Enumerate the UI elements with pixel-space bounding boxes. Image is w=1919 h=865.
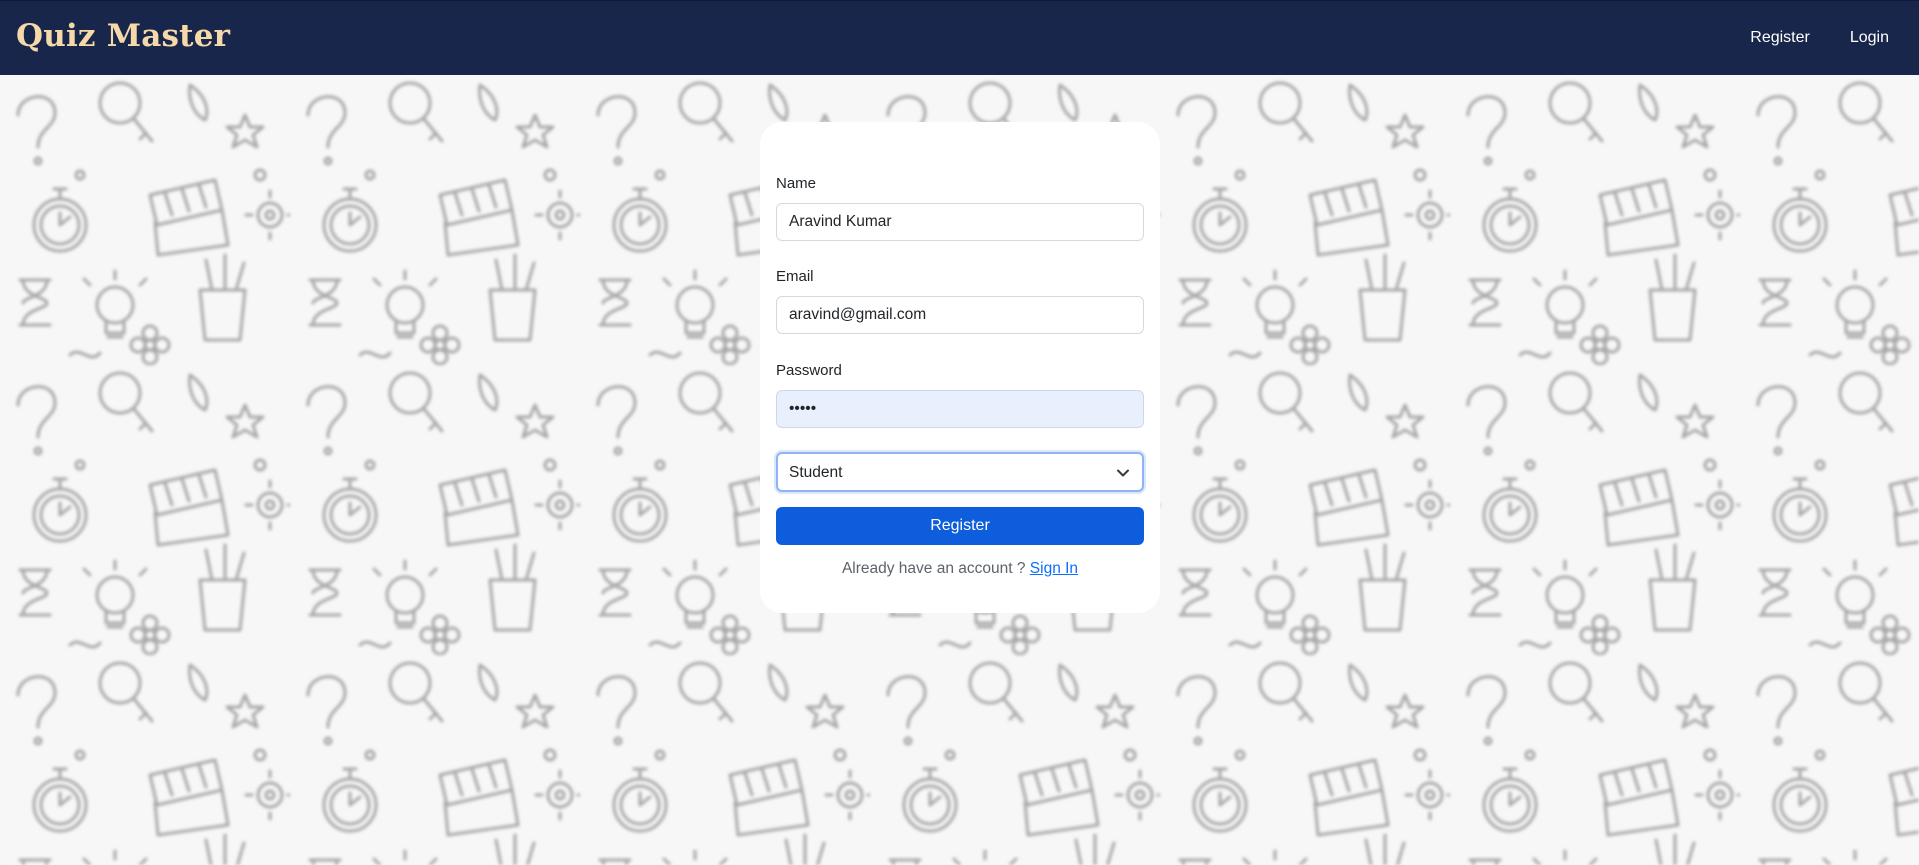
- nav-links: Register Login: [1750, 29, 1889, 47]
- email-field[interactable]: [776, 296, 1144, 334]
- name-field[interactable]: [776, 203, 1144, 241]
- brand-logo[interactable]: Quiz Master: [16, 18, 230, 54]
- name-label: Name: [776, 175, 817, 192]
- register-button[interactable]: Register: [776, 507, 1144, 545]
- password-label: Password: [776, 362, 842, 379]
- account-prompt-text: Already have an account ?: [841, 560, 1026, 577]
- chevron-down-icon: [1116, 466, 1130, 485]
- password-field[interactable]: [776, 390, 1144, 428]
- role-select-value: Student: [789, 464, 843, 481]
- email-label: Email: [776, 268, 814, 285]
- register-card: Name Email Password Student Register Alr…: [760, 122, 1160, 613]
- signin-prompt: Already have an account ? Sign In: [760, 560, 1160, 578]
- nav-register-link[interactable]: Register: [1750, 29, 1810, 47]
- nav-login-link[interactable]: Login: [1850, 29, 1889, 47]
- role-select[interactable]: Student: [776, 452, 1144, 492]
- top-navbar: Quiz Master Register Login: [0, 0, 1919, 75]
- signin-link[interactable]: Sign In: [1030, 560, 1078, 577]
